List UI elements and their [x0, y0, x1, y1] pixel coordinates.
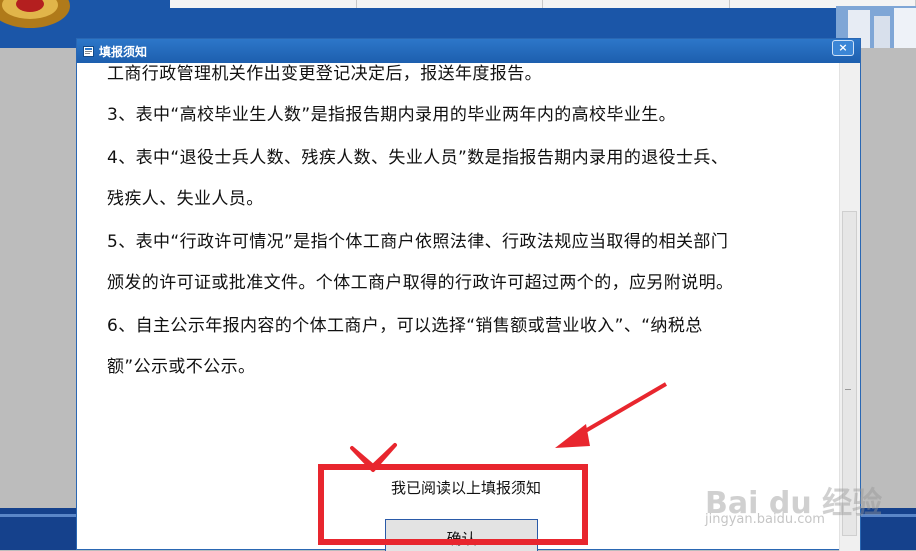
notice-dialog: 填报须知 × 工商行政管理机关作出变更登记决定后，报送年度报告。 3、表中“高校…	[76, 38, 861, 550]
scrollbar-grip-icon	[845, 389, 851, 390]
notice-line: 额”公示或不公示。	[107, 352, 255, 377]
notice-line: 颁发的许可证或批准文件。个体工商户取得的行政许可超过两个的，应另附说明。	[107, 268, 733, 293]
window-icon	[83, 46, 94, 57]
notice-line: 6、自主公示年报内容的个体工商户，可以选择“销售额或营业收入”、“纳税总	[107, 311, 703, 336]
notice-line: 4、表中“退役士兵人数、残疾人数、失业人员”数是指报告期内录用的退役士兵、	[107, 143, 728, 168]
watermark-url: jingyan.baidu.com	[705, 512, 825, 527]
dialog-title: 填报须知	[99, 43, 147, 60]
notice-line: 工商行政管理机关作出变更登记决定后，报送年度报告。	[107, 63, 542, 84]
emblem-logo	[0, 0, 80, 32]
notice-line: 残疾人、失业人员。	[107, 184, 264, 209]
notice-line: 3、表中“高校毕业生人数”是指报告期内录用的毕业两年内的高校毕业生。	[107, 100, 676, 125]
close-icon: ×	[838, 41, 847, 54]
notice-line: 5、表中“行政许可情况”是指个体工商户依照法律、行政法规应当取得的相关部门	[107, 227, 728, 252]
top-tabs	[170, 0, 916, 8]
acknowledge-text: 我已阅读以上填报须知	[391, 477, 541, 498]
top-tab[interactable]	[543, 0, 730, 8]
top-tab[interactable]	[170, 0, 357, 8]
close-button[interactable]: ×	[832, 40, 854, 56]
dialog-titlebar: 填报须知	[77, 39, 860, 63]
top-tab[interactable]	[357, 0, 544, 8]
confirm-button[interactable]: 确认	[385, 519, 538, 551]
